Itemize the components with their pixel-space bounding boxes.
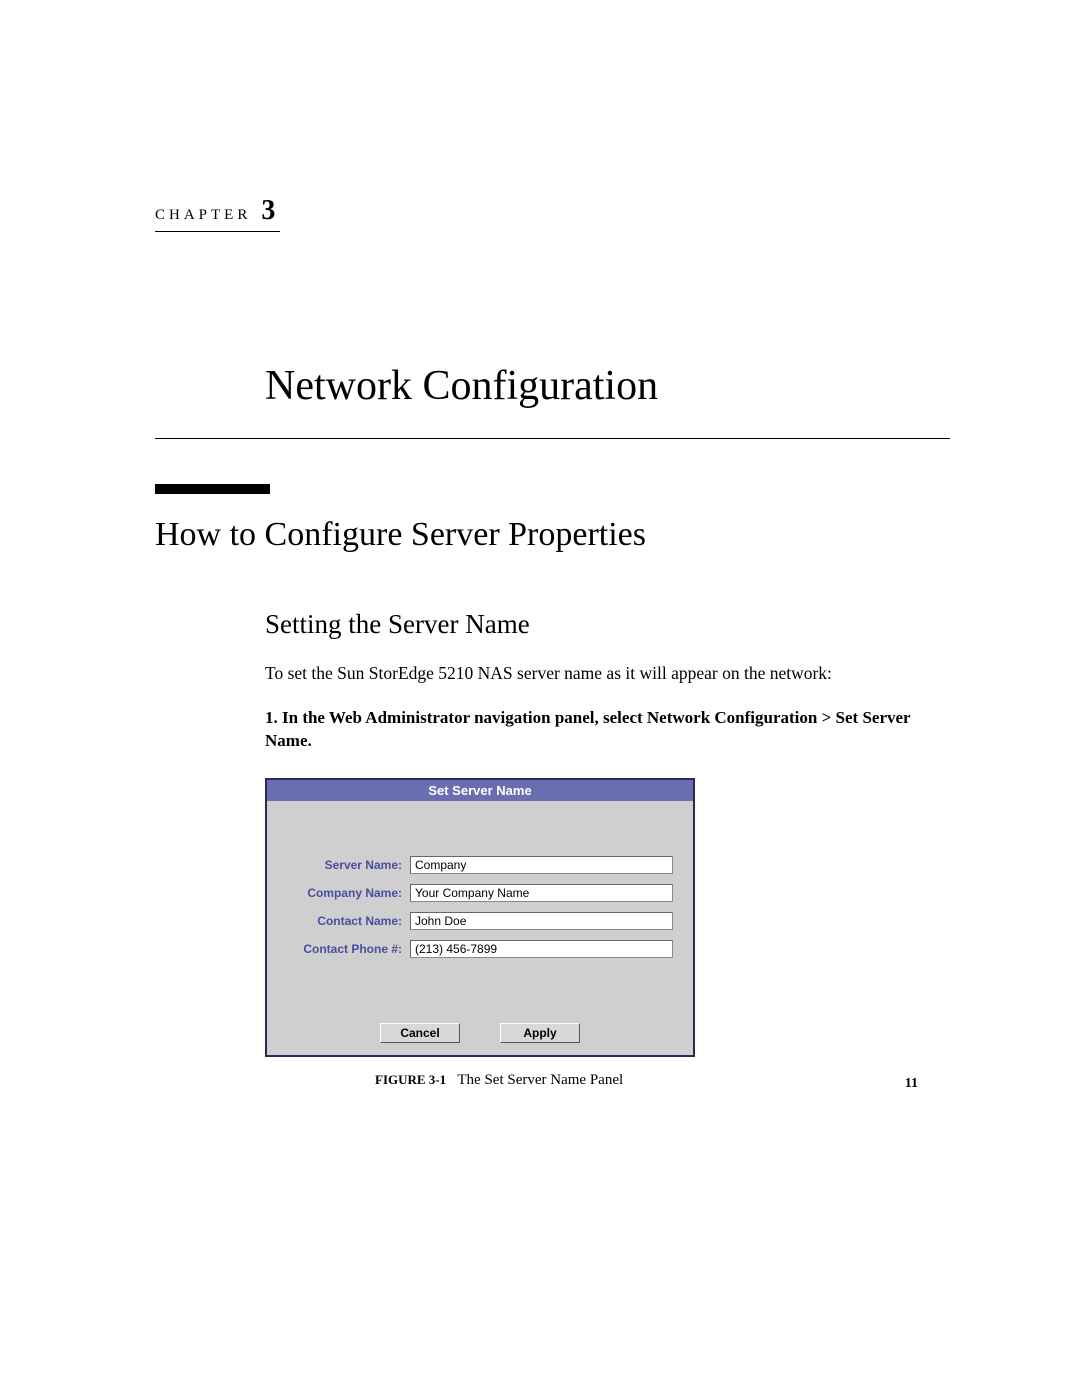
body-text: To set the Sun StorEdge 5210 NAS server … [265, 662, 950, 686]
apply-button[interactable]: Apply [500, 1023, 580, 1043]
figure-text: The Set Server Name Panel [457, 1072, 623, 1088]
chapter-number: 3 [261, 195, 275, 227]
step-text: In the Web Administrator navigation pane… [265, 708, 910, 751]
step-number: 1. [265, 708, 278, 727]
contact-name-input[interactable] [410, 912, 673, 930]
step-1: 1. In the Web Administrator navigation p… [265, 706, 950, 754]
cancel-button[interactable]: Cancel [380, 1023, 460, 1043]
section-bar [155, 484, 270, 494]
panel-title: Set Server Name [267, 780, 693, 801]
company-name-label: Company Name: [287, 886, 402, 900]
section-title: How to Configure Server Properties [155, 516, 950, 554]
set-server-name-panel: Set Server Name Server Name: Company Nam… [265, 778, 695, 1057]
chapter-heading: CHAPTER 3 [155, 195, 280, 232]
company-name-input[interactable] [410, 884, 673, 902]
server-name-input[interactable] [410, 856, 673, 874]
page-title: Network Configuration [265, 362, 950, 410]
figure-label: FIGURE 3-1 [375, 1072, 446, 1087]
divider [155, 438, 950, 439]
contact-name-label: Contact Name: [287, 914, 402, 928]
server-name-label: Server Name: [287, 858, 402, 872]
contact-phone-label: Contact Phone #: [287, 942, 402, 956]
contact-phone-input[interactable] [410, 940, 673, 958]
chapter-label: CHAPTER [155, 207, 251, 224]
subsection-title: Setting the Server Name [265, 609, 950, 640]
figure-caption: FIGURE 3-1 The Set Server Name Panel [375, 1072, 950, 1089]
page-number: 11 [905, 1076, 918, 1092]
